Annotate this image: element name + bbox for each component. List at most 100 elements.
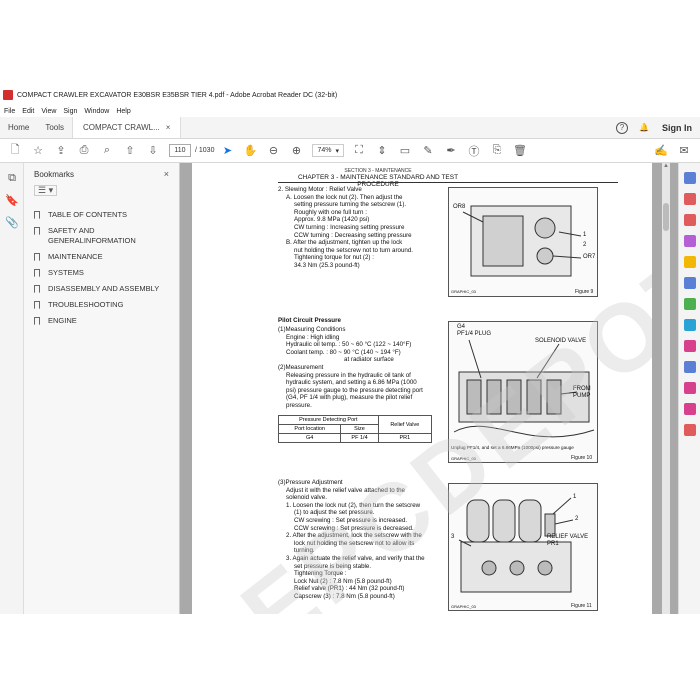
fit-page-icon[interactable]: ⛶ (352, 144, 366, 158)
scroll-mode-icon[interactable]: ⇕ (375, 144, 389, 158)
search-icon[interactable]: ⌕ (100, 144, 114, 158)
label-1: 1 (583, 232, 587, 238)
bookmarks-panel: Bookmarks × ☰ ▾ TABLE OF CONTENTS SAFETY… (24, 163, 180, 614)
print-icon[interactable]: ⎙ (77, 144, 91, 158)
bottom-margin (0, 614, 700, 700)
bookmark-icon (34, 269, 40, 277)
label-or8: OR8 (453, 204, 466, 210)
bookmark-icon (34, 285, 40, 293)
pilot-circuit-title: Pilot Circuit Pressure (278, 317, 341, 324)
tab-document[interactable]: COMPACT CRAWL... × (72, 117, 182, 138)
zoom-select[interactable]: 74% ▾ (312, 144, 344, 157)
compress-pdf-icon[interactable] (684, 319, 696, 331)
bookmark-item[interactable]: ENGINE (34, 316, 169, 326)
menu-item-edit[interactable]: Edit (22, 108, 34, 115)
upload-icon[interactable]: ⇪ (54, 144, 68, 158)
label-pf-plug: PF1/4 PLUG (457, 331, 492, 337)
zoom-out-icon[interactable]: ⊖ (266, 144, 280, 158)
figure-10-caption: Figure 10 (571, 455, 593, 461)
organize-pages-icon[interactable] (684, 298, 696, 310)
tab-tools[interactable]: Tools (37, 117, 72, 138)
slewing-motor-diagram (462, 205, 582, 277)
menu-item-file[interactable]: File (4, 108, 15, 115)
menu-item-help[interactable]: Help (116, 108, 130, 115)
tab-home[interactable]: Home (0, 117, 37, 138)
create-pdf-tool-icon[interactable] (684, 214, 696, 226)
document-viewport[interactable]: SECTION 3 - MAINTENANCE CHAPTER 3 - MAIN… (180, 163, 678, 614)
zoom-in-icon[interactable]: ⊕ (289, 144, 303, 158)
hand-tool-icon[interactable]: ✋ (243, 144, 258, 158)
label-or7: OR7 (583, 254, 596, 260)
highlight-icon[interactable]: ✎ (421, 144, 435, 158)
pilot-circuit-text: (1)Measuring Conditions Engine : High id… (278, 326, 423, 409)
sign-icon[interactable]: ✍ (654, 144, 668, 158)
chevron-down-icon: ▾ (335, 147, 339, 155)
figure-9: OR8 OR7 1 2 GRAPHIC_03 Figure 9 (448, 187, 598, 297)
menu-item-view[interactable]: View (41, 108, 56, 115)
pressure-port-table: Pressure Detecting Port Relief Valve Port… (277, 415, 433, 443)
tab-document-label: COMPACT CRAWL... (83, 123, 160, 132)
create-pdf-icon[interactable]: 🗋 (8, 144, 22, 158)
bookmark-item[interactable]: TABLE OF CONTENTS (34, 210, 169, 220)
protect-icon[interactable] (684, 361, 696, 373)
bookmark-item[interactable]: SYSTEMS (34, 268, 169, 278)
text-tool-icon[interactable]: Ⓣ (467, 144, 481, 158)
scrollbar-thumb[interactable] (663, 203, 669, 231)
send-for-signature-icon[interactable] (684, 382, 696, 394)
comment-icon[interactable]: ▭ (398, 144, 412, 158)
label-pump: PUMP (573, 393, 591, 399)
bookmark-item[interactable]: MAINTENANCE (34, 252, 169, 262)
share-icon[interactable]: ✉ (677, 144, 691, 158)
bookmark-options-button[interactable]: ☰ ▾ (34, 185, 58, 196)
sign-in-button[interactable]: Sign In (662, 123, 692, 133)
bookmark-icon (34, 301, 40, 309)
page-number-input[interactable]: 110 (169, 144, 191, 157)
pen-icon[interactable]: ✒ (444, 144, 458, 158)
toolbar: 🗋 ☆ ⇪ ⎙ ⌕ ⇧ ⇩ 110 / 1030 ➤ ✋ ⊖ ⊕ 74% ▾ ⛶… (0, 139, 700, 163)
bookmarks-toolbar: ☰ ▾ (24, 181, 179, 200)
menu-bar-main: File Edit View Sign Window Help (0, 104, 700, 118)
page-total: / 1030 (195, 147, 215, 154)
bookmark-icon (34, 227, 40, 235)
figure-10-note: Unplug PF1/4, and set a 6.86MPa (1000psi… (451, 445, 574, 450)
select-cursor-icon[interactable]: ➤ (220, 144, 234, 158)
more-tools-icon[interactable] (684, 424, 696, 436)
label-1: 1 (573, 494, 577, 500)
delete-icon[interactable]: 🗑 (513, 144, 527, 158)
page-up-icon[interactable]: ⇧ (123, 144, 137, 158)
comment-tool-icon[interactable] (684, 256, 696, 268)
label-g4: G4 (457, 324, 466, 330)
stamp-icon[interactable]: ⎘ (490, 144, 504, 158)
fill-sign-icon[interactable] (684, 340, 696, 352)
tab-bar-main: Home Tools COMPACT CRAWL... × ? 🔔 Sign I… (0, 117, 700, 139)
menu-item-sign[interactable]: Sign (63, 108, 77, 115)
bookmark-icon (34, 211, 40, 219)
tab-close-icon[interactable]: × (166, 123, 171, 132)
scroll-up-icon[interactable]: ▲ (662, 163, 669, 169)
help-icon[interactable]: ? (616, 121, 628, 134)
label-relief-valve: RELIEF VALVE (547, 534, 589, 540)
vertical-scrollbar[interactable]: ▲ (662, 163, 670, 614)
header-right: ? 🔔 Sign In (606, 117, 700, 138)
combine-files-icon[interactable] (684, 277, 696, 289)
bookmark-panel-icon[interactable]: 🔖 (5, 193, 19, 207)
pages-thumbnail-icon[interactable]: ⧉ (5, 171, 19, 185)
edit-pdf-icon[interactable] (684, 235, 696, 247)
label-2: 2 (583, 242, 587, 248)
bookmark-item[interactable]: SAFETY AND GENERALINFORMATION (34, 226, 169, 246)
bookmark-item[interactable]: DISASSEMBLY AND ASSEMBLY (34, 284, 169, 294)
page-navigator: 110 / 1030 (169, 144, 214, 157)
attachment-icon[interactable]: 📎 (5, 215, 19, 229)
bookmark-icon (34, 317, 40, 325)
search-tool-icon[interactable] (684, 172, 696, 184)
menu-item-window[interactable]: Window (84, 108, 109, 115)
label-pr1: PR1 (547, 541, 559, 547)
annotate-icon[interactable] (684, 403, 696, 415)
close-panel-icon[interactable]: × (164, 169, 169, 179)
page-down-icon[interactable]: ⇩ (146, 144, 160, 158)
star-icon[interactable]: ☆ (31, 144, 45, 158)
export-pdf-icon[interactable] (684, 193, 696, 205)
bookmark-item[interactable]: TROUBLESHOOTING (34, 300, 169, 310)
bell-icon[interactable]: 🔔 (638, 122, 650, 134)
window-title-text: COMPACT CRAWLER EXCAVATOR E30BSR E35BSR … (17, 91, 338, 99)
